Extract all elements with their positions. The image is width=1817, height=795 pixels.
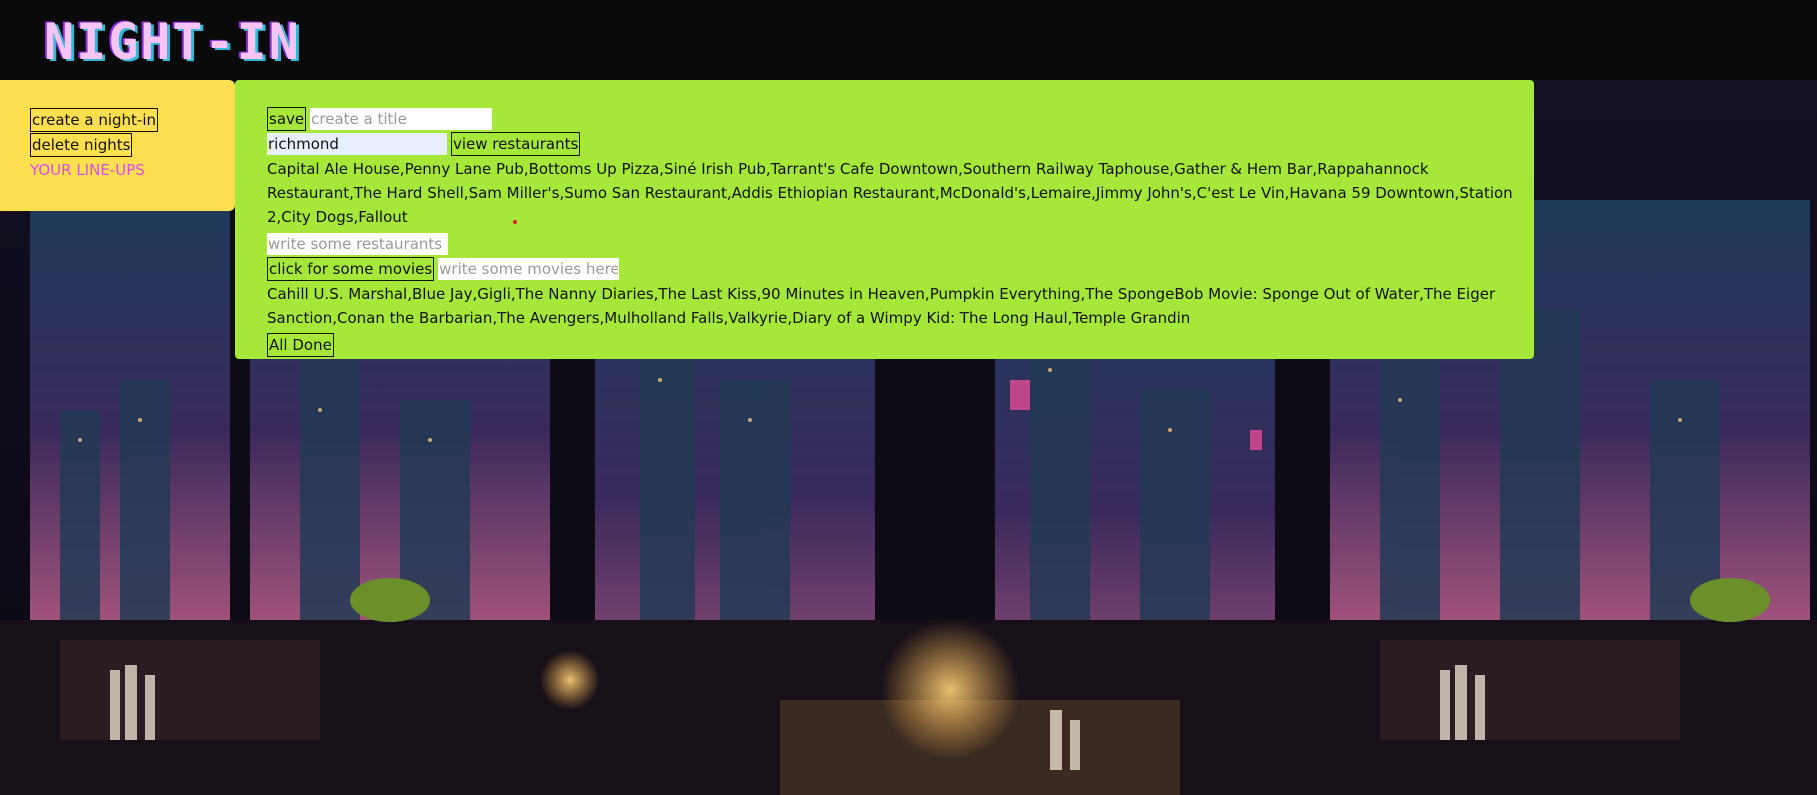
city-input[interactable] (267, 132, 447, 155)
sidebar: create a night-in delete nights YOUR LIN… (0, 80, 235, 211)
movie-input[interactable] (438, 257, 620, 280)
restaurant-list: Capital Ale House,Penny Lane Pub,Bottoms… (267, 160, 1513, 226)
create-night-in-button[interactable]: create a night-in (30, 108, 159, 132)
app-logo: NIGHT-IN (44, 13, 301, 71)
get-movies-button[interactable]: click for some movies (267, 256, 435, 281)
cursor-dot (513, 220, 517, 224)
delete-nights-button[interactable]: delete nights (30, 133, 133, 157)
your-lineups-link[interactable]: YOUR LINE-UPS (30, 160, 235, 180)
restaurant-input[interactable] (267, 232, 448, 255)
view-restaurants-button[interactable]: view restaurants (451, 131, 581, 156)
movie-list: Cahill U.S. Marshal,Blue Jay,Gigli,The N… (267, 285, 1496, 327)
restaurant-input-row (267, 231, 1534, 256)
all-done-button[interactable]: All Done (267, 332, 334, 357)
title-row: save (267, 106, 1534, 131)
app-header: NIGHT-IN (0, 0, 1817, 80)
done-row: All Done (267, 332, 1534, 357)
night-in-form: save view restaurants Capital Ale House,… (235, 80, 1534, 359)
movies-row: click for some movies (267, 256, 1534, 281)
city-row: view restaurants (267, 131, 1534, 156)
save-button[interactable]: save (267, 106, 307, 131)
title-input[interactable] (310, 107, 493, 130)
